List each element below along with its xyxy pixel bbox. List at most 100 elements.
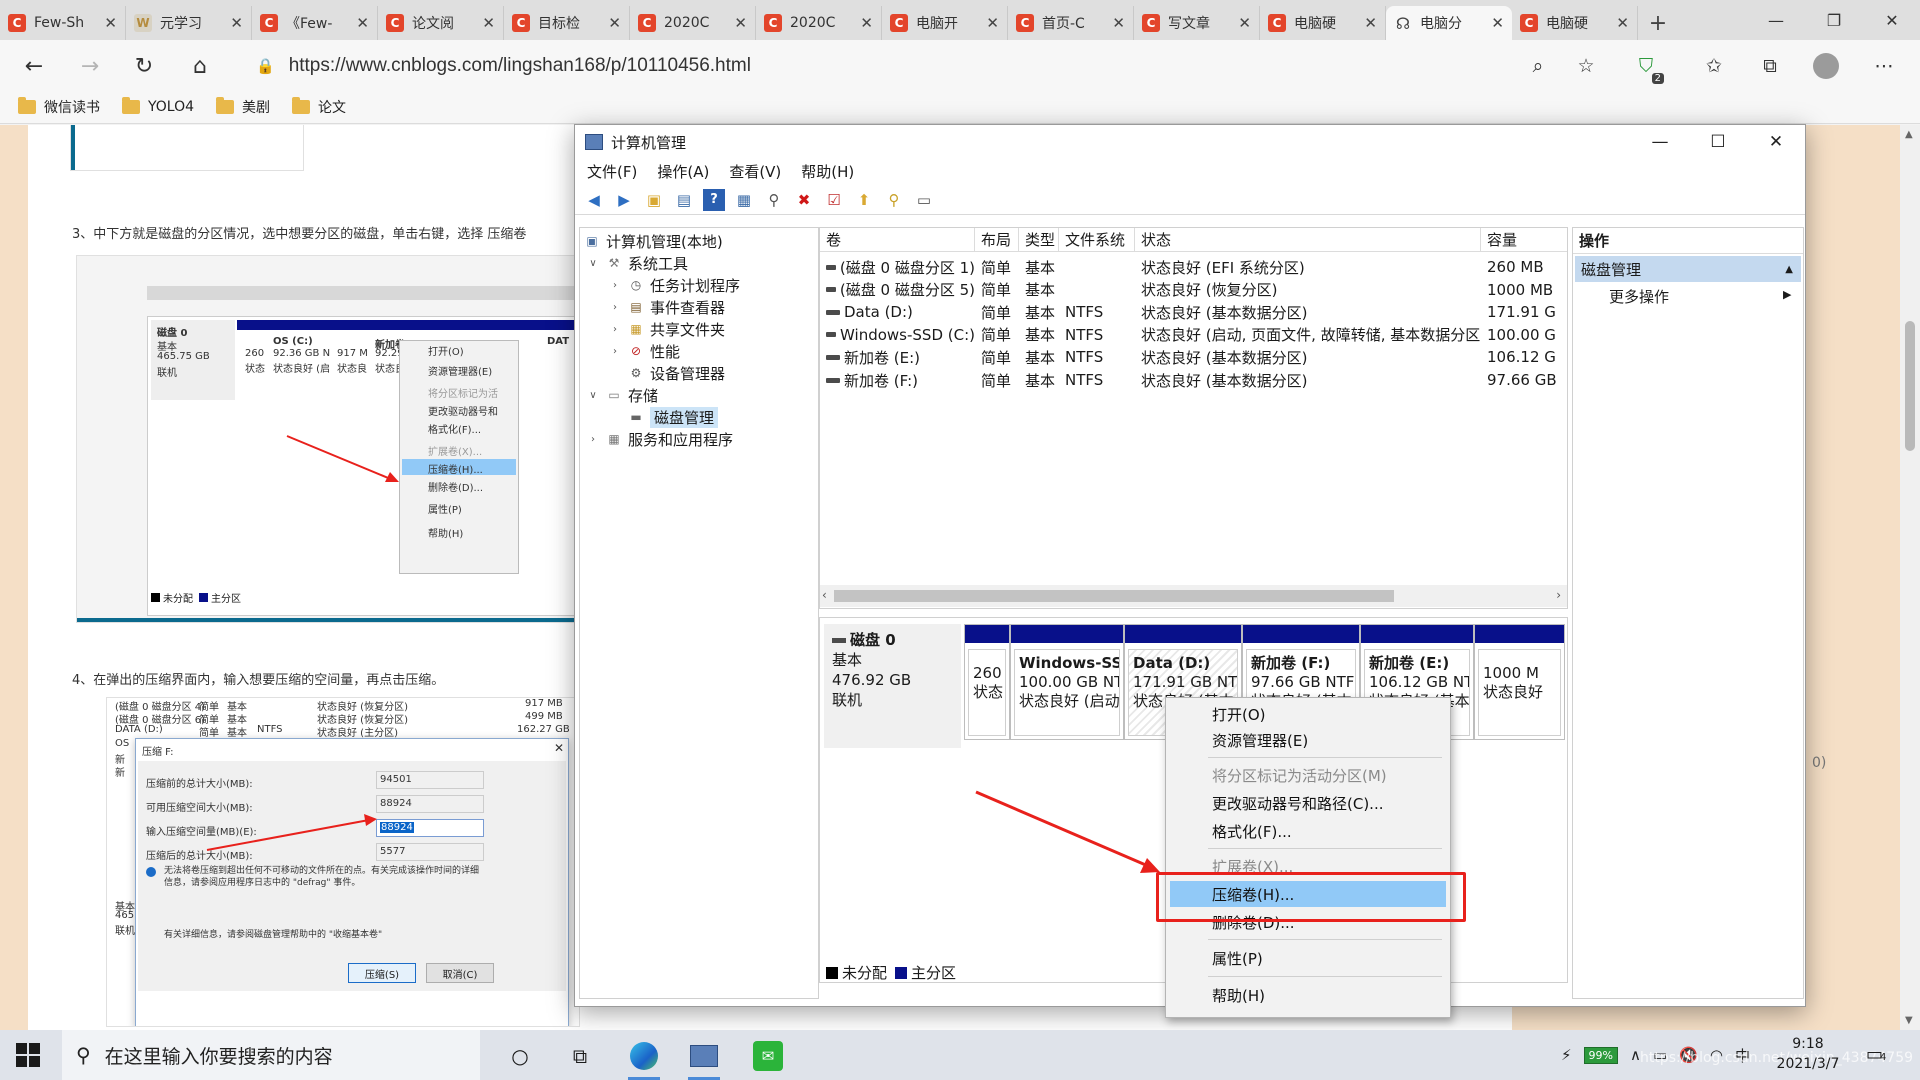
menu-item-help[interactable]: 帮助(H) (1170, 982, 1446, 1008)
profile-avatar[interactable] (1812, 52, 1840, 80)
computer-management-taskbar-icon[interactable] (680, 1036, 728, 1080)
bookmark-yolo4[interactable]: YOLO4 (122, 96, 194, 115)
browser-tab[interactable]: C 首页-C ✕ (1008, 6, 1134, 40)
tab-close-icon[interactable]: ✕ (230, 14, 243, 32)
partition-block[interactable]: Windows-SS 100.00 GB NT 状态良好 (启动 (1010, 624, 1124, 740)
search-icon[interactable]: ⚲ (883, 189, 905, 211)
taskbar-search-box[interactable]: ⚲ 在这里输入你要搜索的内容 (62, 1030, 480, 1080)
forward-button[interactable]: → (72, 48, 108, 84)
zoom-icon[interactable]: ⌕ (1524, 52, 1552, 80)
tree-item-system-tools[interactable]: ∨ ⚒ 系统工具 (586, 252, 688, 274)
scroll-left-icon[interactable]: ‹ (822, 588, 827, 602)
address-bar[interactable]: 🔒 https://www.cnblogs.com/lingshan168/p/… (240, 48, 1580, 84)
maximize-button[interactable]: ☐ (1689, 125, 1747, 159)
show-hide-tree-icon[interactable]: ▤ (673, 189, 695, 211)
power-icon[interactable]: ⚡ (1561, 1046, 1572, 1064)
window-title-bar[interactable]: 计算机管理 (575, 125, 1805, 159)
browser-tab[interactable]: C 电脑开 ✕ (882, 6, 1008, 40)
tree-item-event-viewer[interactable]: › ▤ 事件查看器 (608, 296, 725, 318)
tree-item-computer-management[interactable]: ▣ 计算机管理(本地) (584, 230, 722, 252)
tree-item-task-scheduler[interactable]: › ◷ 任务计划程序 (608, 274, 740, 296)
refresh-button[interactable]: ↻ (126, 48, 162, 84)
browser-tab[interactable]: C 2020C ✕ (630, 6, 756, 40)
menu-item-open[interactable]: 打开(O) (1170, 701, 1446, 727)
browser-tab[interactable]: C 2020C ✕ (756, 6, 882, 40)
browser-tab[interactable]: C 写文章 ✕ (1134, 6, 1260, 40)
page-scrollbar-thumb[interactable] (1905, 321, 1915, 451)
browser-tab[interactable]: C 论文阅 ✕ (378, 6, 504, 40)
tree-item-services-apps[interactable]: › ▦ 服务和应用程序 (586, 428, 733, 450)
collections-icon[interactable]: ⧉ (1756, 52, 1784, 80)
cortana-icon[interactable]: ○ (496, 1036, 544, 1076)
volume-row[interactable]: Windows-SSD (C:) 简单 基本 NTFS 状态良好 (启动, 页面文件, … (820, 324, 1567, 346)
new-tab-button[interactable]: + (1638, 6, 1678, 40)
home-button[interactable]: ⌂ (182, 48, 218, 84)
tree-item-disk-management[interactable]: ▬ 磁盘管理 (608, 406, 719, 428)
up-folder-icon[interactable]: ▣ (643, 189, 665, 211)
tab-close-icon[interactable]: ✕ (356, 14, 369, 32)
browser-tab[interactable]: C 电脑硬 ✕ (1512, 6, 1638, 40)
scroll-down-icon[interactable]: ▼ (1905, 1015, 1913, 1026)
start-button[interactable] (16, 1043, 40, 1067)
column-header-volume[interactable]: 卷 (820, 228, 975, 252)
volume-row[interactable]: (磁盘 0 磁盘分区 5) 简单 基本 状态良好 (恢复分区) 1000 MB (820, 279, 1567, 301)
tab-close-icon[interactable]: ✕ (986, 14, 999, 32)
volume-list-scrollbar[interactable]: ‹ › (820, 585, 1567, 607)
task-view-icon[interactable]: ⧉ (556, 1036, 604, 1076)
browser-minimize-button[interactable]: — (1748, 0, 1804, 40)
forward-arrow-icon[interactable]: ▶ (613, 189, 635, 211)
back-button[interactable]: ← (16, 48, 52, 84)
tab-close-icon[interactable]: ✕ (608, 14, 621, 32)
tab-close-icon[interactable]: ✕ (1364, 14, 1377, 32)
bookmark-weixin-dushu[interactable]: 微信读书 (18, 96, 100, 117)
help-icon[interactable]: ? (703, 188, 725, 211)
system-clock[interactable]: 9:18 2021/3/7 (1770, 1034, 1846, 1074)
bookmark-lunwen[interactable]: 论文 (292, 96, 346, 117)
scroll-right-icon[interactable]: › (1556, 588, 1561, 602)
scroll-up-icon[interactable]: ▲ (1905, 129, 1913, 140)
bookmark-meiju[interactable]: 美剧 (216, 96, 270, 117)
menu-item-properties[interactable]: 属性(P) (1170, 945, 1446, 971)
tab-close-icon[interactable]: ✕ (1112, 14, 1125, 32)
volume-row[interactable]: 新加卷 (E:) 简单 基本 NTFS 状态良好 (基本数据分区) 106.12 G (820, 346, 1567, 368)
chevron-down-icon[interactable]: ∨ (586, 258, 600, 269)
lock-icon[interactable]: 🔒 (256, 57, 275, 75)
edge-browser-icon[interactable] (620, 1036, 668, 1080)
tab-close-icon[interactable]: ✕ (1491, 14, 1504, 32)
delete-icon[interactable]: ✖ (793, 189, 815, 211)
menu-view[interactable]: 查看(V) (729, 161, 781, 182)
submenu-arrow-icon[interactable]: ▶ (1783, 288, 1791, 301)
tab-close-icon[interactable]: ✕ (734, 14, 747, 32)
connect-icon[interactable]: ⚲ (763, 189, 785, 211)
tab-close-icon[interactable]: ✕ (1616, 14, 1629, 32)
browser-restore-button[interactable]: ❐ (1806, 0, 1862, 40)
page-scrollbar[interactable]: ▲ ▼ (1900, 125, 1920, 1030)
menu-help[interactable]: 帮助(H) (801, 161, 854, 182)
tree-item-storage[interactable]: ∨ ▭ 存储 (586, 384, 658, 406)
partition-block[interactable]: 1000 M 状态良好 (1474, 624, 1565, 740)
menu-item-explorer[interactable]: 资源管理器(E) (1170, 727, 1446, 753)
folder-up-icon[interactable]: ⬆ (853, 189, 875, 211)
actions-section-disk-management[interactable]: 磁盘管理 ▲ (1575, 256, 1801, 282)
url-text[interactable]: https://www.cnblogs.com/lingshan168/p/10… (289, 55, 751, 77)
menu-item-change-drive-letter[interactable]: 更改驱动器号和路径(C)... (1170, 790, 1446, 816)
minimize-button[interactable]: — (1631, 125, 1689, 159)
browser-tab[interactable]: ☊ 电脑分 ✕ (1386, 6, 1512, 40)
tab-close-icon[interactable]: ✕ (482, 14, 495, 32)
browser-close-button[interactable]: ✕ (1864, 0, 1920, 40)
browser-tab[interactable]: C Few-Sh ✕ (0, 6, 126, 40)
menu-action[interactable]: 操作(A) (657, 161, 709, 182)
chevron-right-icon[interactable]: › (586, 434, 600, 445)
tree-item-shared-folders[interactable]: › ▦ 共享文件夹 (608, 318, 725, 340)
tree-item-performance[interactable]: › ⊘ 性能 (608, 340, 680, 362)
browser-tab[interactable]: C 《Few- ✕ (252, 6, 378, 40)
tab-close-icon[interactable]: ✕ (860, 14, 873, 32)
partition-block[interactable]: 260 M状态良 (964, 624, 1010, 740)
column-header-filesystem[interactable]: 文件系统 (1059, 228, 1135, 252)
volume-row[interactable]: Data (D:) 简单 基本 NTFS 状态良好 (基本数据分区) 171.91 G (820, 301, 1567, 323)
browser-tab[interactable]: C 电脑硬 ✕ (1260, 6, 1386, 40)
chevron-down-icon[interactable]: ∨ (586, 390, 600, 401)
column-header-layout[interactable]: 布局 (975, 228, 1019, 252)
tree-item-device-manager[interactable]: ⚙ 设备管理器 (608, 362, 725, 384)
more-options-icon[interactable]: ⋯ (1870, 52, 1898, 80)
